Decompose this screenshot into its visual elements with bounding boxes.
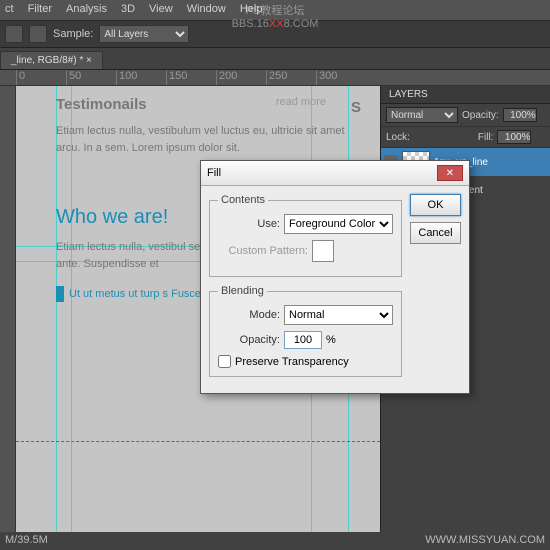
menu-analysis[interactable]: Analysis [66,3,107,17]
use-dropdown[interactable]: Foreground Color [284,214,393,234]
lock-label: Lock: [386,132,410,143]
menu-help[interactable]: Help [240,3,263,17]
lock-transparency-icon[interactable] [414,131,426,143]
lock-pixels-icon[interactable] [430,131,442,143]
status-doc-size: M/39.5M [5,534,48,548]
blending-group: Blending Mode: Normal Opacity: % Preserv… [209,285,402,377]
lock-all-icon[interactable] [462,131,474,143]
read-more-link: read more [276,96,326,108]
menu-view[interactable]: View [149,3,173,17]
document-tab[interactable]: _line, RGB/8#) * × [0,51,103,69]
selection-marquee [16,441,380,442]
dialog-title: Fill [207,167,221,179]
document-tabbar: _line, RGB/8#) * × [0,48,550,70]
sample-label: Sample: [53,28,93,40]
blend-mode-dropdown[interactable]: Normal [386,107,458,123]
options-bar: Sample: All Layers [0,20,550,48]
menu-filter[interactable]: Filter [28,3,52,17]
fill-label: Fill: [478,132,494,143]
menubar: ct Filter Analysis 3D View Window Help [0,0,550,20]
ok-button[interactable]: OK [410,194,461,216]
cancel-button[interactable]: Cancel [410,222,461,244]
sample-swatch[interactable] [29,25,47,43]
contents-group: Contents Use: Foreground Color Custom Pa… [209,194,402,277]
bullet-icon [56,286,64,302]
ruler-vertical[interactable] [0,86,16,532]
opacity-label: Opacity: [462,110,499,121]
use-label: Use: [218,218,280,230]
testimonials-text: Etiam lectus nulla, vestibulum vel luctu… [56,123,356,156]
dialog-titlebar[interactable]: Fill ✕ [201,161,469,186]
pattern-swatch [312,240,334,262]
menu-window[interactable]: Window [187,3,226,17]
percent-label: % [326,334,336,346]
sample-dropdown[interactable]: All Layers [99,25,189,43]
dlg-opacity-input[interactable] [284,331,322,349]
layers-panel-tab[interactable]: LAYERS [381,86,550,104]
menu-3d[interactable]: 3D [121,3,135,17]
menu-ct[interactable]: ct [5,3,14,17]
mode-label: Mode: [218,309,280,321]
preserve-transparency-label: Preserve Transparency [235,356,349,368]
preserve-transparency-checkbox[interactable] [218,355,231,368]
mode-dropdown[interactable]: Normal [284,305,393,325]
opacity-input[interactable] [503,108,537,122]
fill-dialog: Fill ✕ Contents Use: Foreground Color Cu… [200,160,470,394]
status-bar: M/39.5M WWW.MISSYUAN.COM [0,532,550,550]
dlg-opacity-label: Opacity: [218,334,280,346]
blending-legend: Blending [218,285,267,297]
close-button[interactable]: ✕ [437,165,463,181]
contents-legend: Contents [218,194,268,206]
watermark-bottom-right: WWW.MISSYUAN.COM [425,534,545,548]
ruler-horizontal[interactable]: 0 50 100 150 200 250 300 [0,70,550,86]
fill-input[interactable] [497,130,531,144]
custom-pattern-label: Custom Pattern: [218,245,308,257]
lock-position-icon[interactable] [446,131,458,143]
testimonials-heading: Testimonails [56,96,147,113]
tool-preset-icon[interactable] [5,25,23,43]
partial-heading: S [351,99,361,116]
